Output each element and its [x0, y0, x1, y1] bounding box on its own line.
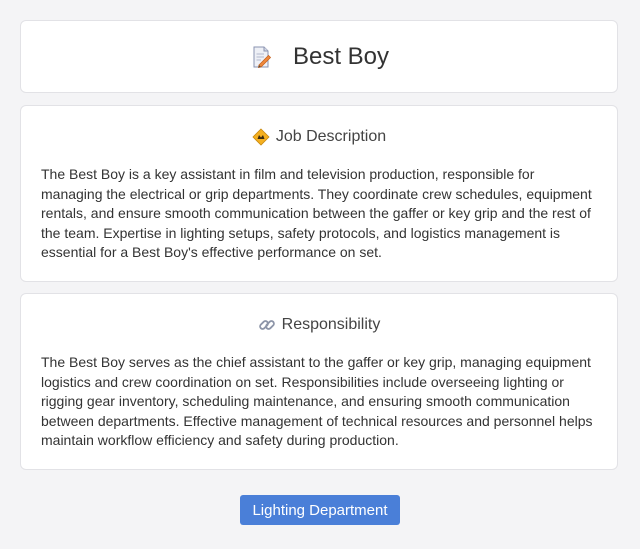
title-card: Best Boy: [20, 20, 618, 93]
page-title: Best Boy: [292, 42, 390, 70]
job-description-card: Job Description The Best Boy is a key as…: [20, 105, 618, 282]
responsibility-heading: Responsibility: [281, 316, 381, 333]
job-description-text: The Best Boy is a key assistant in film …: [41, 166, 592, 261]
construction-diamond-icon: [252, 128, 270, 146]
memo-pencil-icon: [249, 45, 273, 69]
link-icon: [258, 316, 276, 334]
responsibility-text: The Best Boy serves as the chief assista…: [41, 354, 593, 449]
job-description-heading: Job Description: [275, 128, 387, 145]
lighting-department-button[interactable]: Lighting Department: [240, 495, 400, 525]
responsibility-card: Responsibility The Best Boy serves as th…: [20, 293, 618, 470]
job-description-header: Job Description: [41, 126, 597, 148]
responsibility-header: Responsibility: [41, 314, 597, 336]
